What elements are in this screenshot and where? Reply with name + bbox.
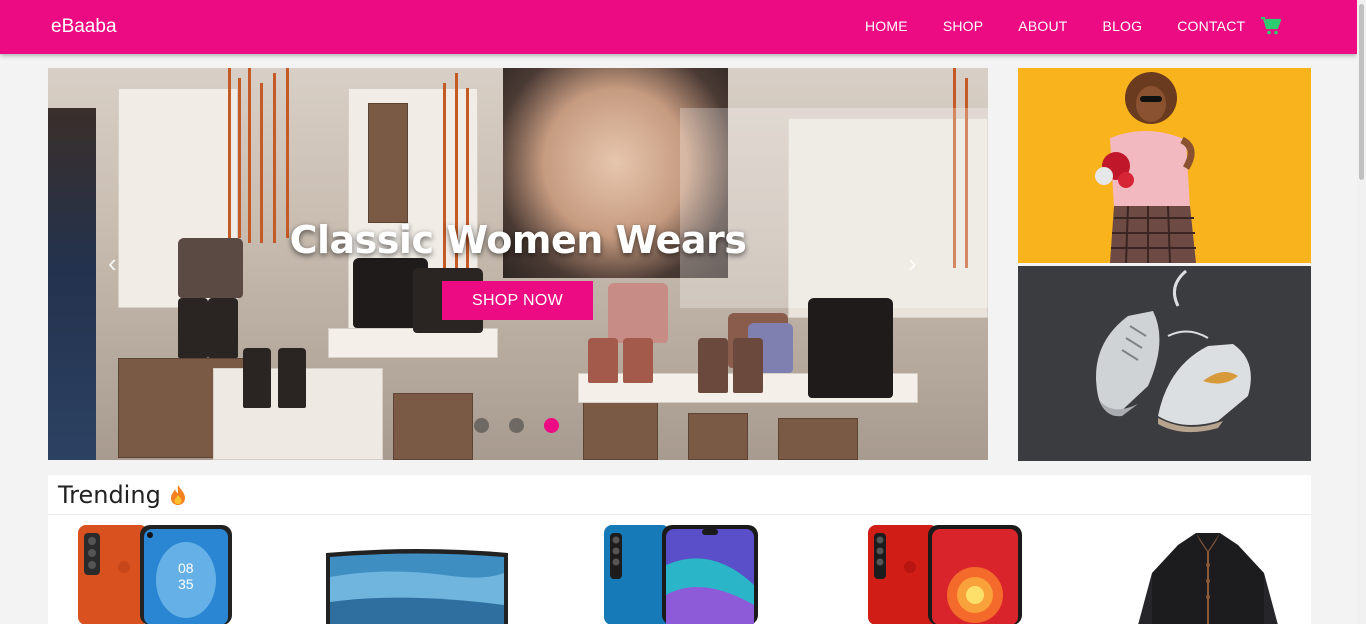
product-card-phone-blue[interactable]	[602, 525, 762, 624]
product-card-phone-red[interactable]	[866, 525, 1026, 624]
carousel-dot-2[interactable]	[509, 418, 524, 433]
product-card-shirt[interactable]	[1138, 533, 1278, 624]
phone-orange-image: 08 35	[78, 525, 232, 624]
cart-icon[interactable]	[1261, 17, 1281, 35]
trending-header: Trending	[48, 475, 1311, 515]
trending-section: Trending 08 35	[48, 475, 1311, 624]
promo-banner-fashion[interactable]	[1018, 68, 1311, 263]
chevron-right-icon[interactable]: ›	[908, 250, 930, 276]
nav-shop[interactable]: SHOP	[943, 18, 983, 34]
product-card-phone-orange[interactable]: 08 35	[76, 525, 236, 624]
shopper-figure	[48, 108, 96, 460]
tv-image	[326, 549, 508, 624]
svg-text:08: 08	[178, 560, 194, 576]
phone-blue-image	[604, 525, 758, 624]
page-scrollbar[interactable]	[1357, 0, 1366, 624]
navbar: eBaaba HOME SHOP ABOUT BLOG CONTACT	[0, 0, 1357, 54]
fire-icon	[170, 484, 185, 505]
nav-about[interactable]: ABOUT	[1018, 18, 1067, 34]
svg-text:35: 35	[178, 576, 194, 592]
carousel-dot-3[interactable]	[544, 418, 559, 433]
hero-image	[48, 68, 988, 460]
nav-blog[interactable]: BLOG	[1103, 18, 1143, 34]
promo-banner-sneakers[interactable]	[1018, 266, 1311, 461]
hero-headline: Classic Women Wears	[289, 218, 747, 262]
carousel-dot-1[interactable]	[474, 418, 489, 433]
scroll-thumb[interactable]	[1359, 4, 1364, 180]
shop-now-button[interactable]: SHOP NOW	[442, 281, 593, 320]
fashion-model-image	[1095, 72, 1196, 263]
product-card-tv[interactable]	[324, 547, 510, 624]
nav-menu: HOME SHOP ABOUT BLOG CONTACT	[865, 18, 1280, 34]
chevron-left-icon[interactable]: ‹	[108, 250, 130, 276]
brand-logo[interactable]: eBaaba	[51, 16, 117, 38]
nav-contact[interactable]: CONTACT	[1177, 18, 1245, 34]
shirt-image	[1138, 533, 1278, 624]
hero-carousel: Classic Women Wears SHOP NOW ‹ ›	[48, 68, 988, 460]
trending-title: Trending	[58, 480, 161, 509]
carousel-indicators	[474, 418, 579, 433]
phone-red-image	[868, 525, 1022, 624]
nav-home[interactable]: HOME	[865, 18, 908, 34]
sneakers-image	[1096, 269, 1251, 433]
